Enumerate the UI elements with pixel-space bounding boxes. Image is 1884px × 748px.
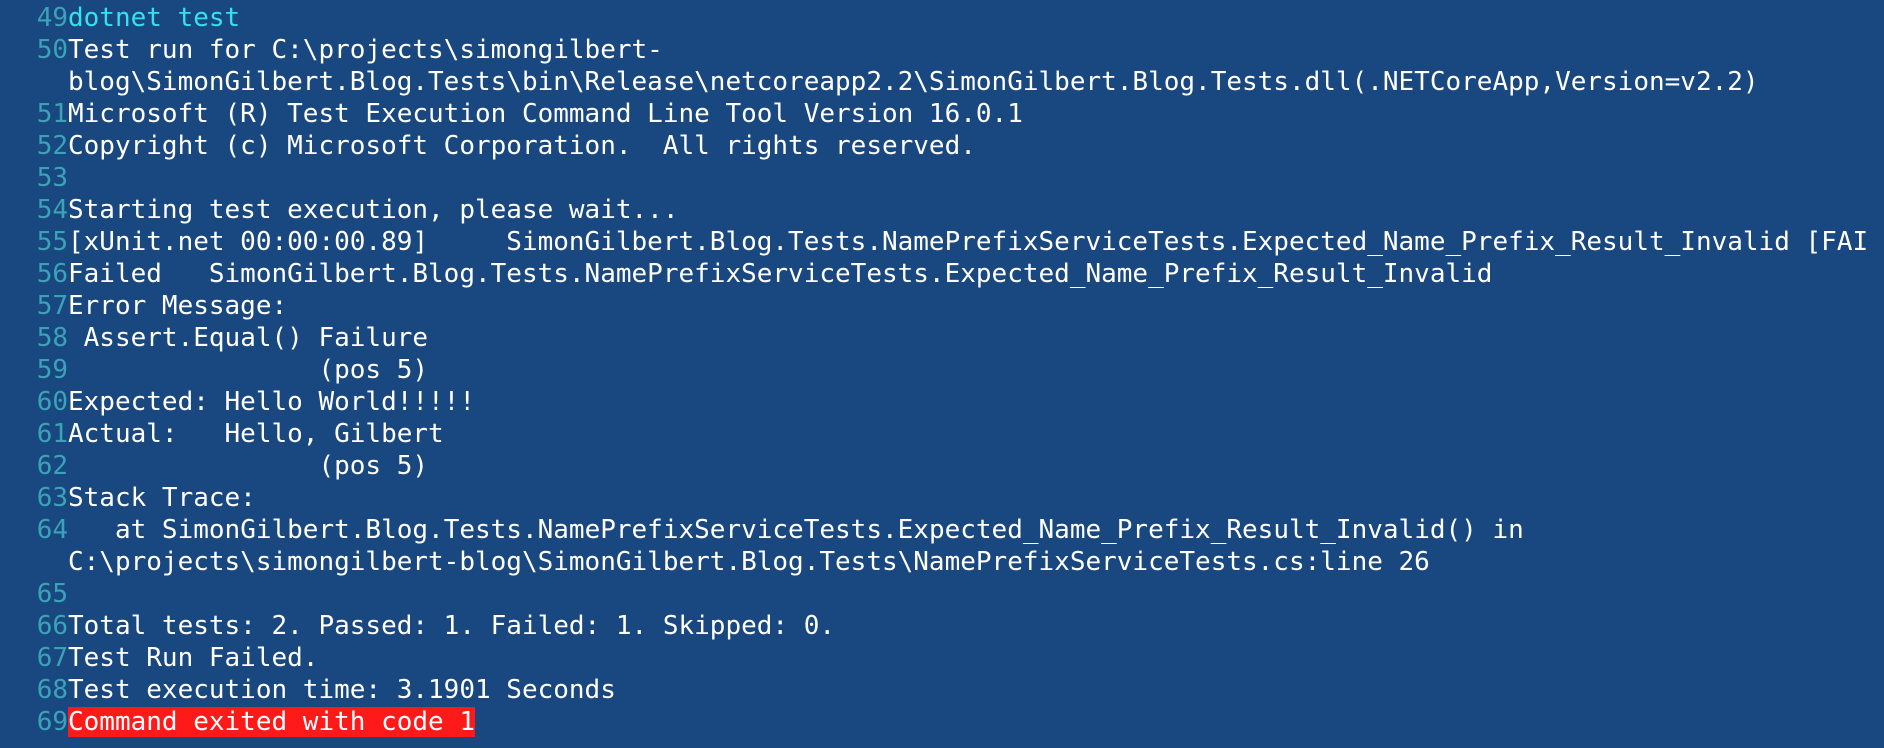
output-text: Error Message: <box>68 291 288 321</box>
line-number: 49 <box>36 3 68 33</box>
line-number: 51 <box>36 99 68 129</box>
line-number: 60 <box>36 387 68 417</box>
console-line: 53 <box>0 162 1884 194</box>
output-text: Copyright (c) Microsoft Corporation. All… <box>68 131 976 161</box>
output-text: Microsoft (R) Test Execution Command Lin… <box>68 99 1023 129</box>
exit-code-message: Command exited with code 1 <box>68 706 1884 738</box>
console-line: 66 Total tests: 2. Passed: 1. Failed: 1.… <box>0 610 1884 642</box>
console-line: 49 dotnet test <box>0 2 1884 34</box>
line-number: 56 <box>36 259 68 289</box>
console-line: 68 Test execution time: 3.1901 Seconds <box>0 674 1884 706</box>
line-number: 59 <box>36 355 68 385</box>
line-number: 52 <box>36 131 68 161</box>
console-line: 69 Command exited with code 1 <box>0 706 1884 738</box>
line-number: 57 <box>36 291 68 321</box>
line-number: 53 <box>36 163 68 193</box>
line-number: 61 <box>36 419 68 449</box>
line-number: 68 <box>36 675 68 705</box>
output-text: Total tests: 2. Passed: 1. Failed: 1. Sk… <box>68 611 836 641</box>
output-text: (pos 5) <box>68 451 429 481</box>
output-text: Actual: Hello, Gilbert <box>68 419 444 449</box>
output-text: [xUnit.net 00:00:00.89] SimonGilbert.Blo… <box>68 227 1869 257</box>
error-highlight: Command exited with code 1 <box>68 707 475 737</box>
console-line: 62 (pos 5) <box>0 450 1884 482</box>
console-line: 61 Actual: Hello, Gilbert <box>0 418 1884 450</box>
output-text: Expected: Hello World!!!!! <box>68 387 475 417</box>
console-line: 54 Starting test execution, please wait.… <box>0 194 1884 226</box>
line-number: 54 <box>36 195 68 225</box>
line-number: 65 <box>36 579 68 609</box>
output-text: (pos 5) <box>68 355 429 385</box>
line-number: 66 <box>36 611 68 641</box>
command-text: dotnet test <box>68 3 241 33</box>
line-number: 55 <box>36 227 68 257</box>
console-output[interactable]: 49 dotnet test 50 Test run for C:\projec… <box>0 0 1884 748</box>
console-line: 58 Assert.Equal() Failure <box>0 322 1884 354</box>
console-line: 65 <box>0 578 1884 610</box>
console-line: 56 Failed SimonGilbert.Blog.Tests.NamePr… <box>0 258 1884 290</box>
console-line: 64 at SimonGilbert.Blog.Tests.NamePrefix… <box>0 514 1884 578</box>
console-line: 63 Stack Trace: <box>0 482 1884 514</box>
line-number: 58 <box>36 323 68 353</box>
line-number: 63 <box>36 483 68 513</box>
console-line: 51 Microsoft (R) Test Execution Command … <box>0 98 1884 130</box>
line-number: 64 <box>36 515 68 545</box>
line-number: 62 <box>36 451 68 481</box>
console-line: 60 Expected: Hello World!!!!! <box>0 386 1884 418</box>
console-line: 59 (pos 5) <box>0 354 1884 386</box>
output-text: Assert.Equal() Failure <box>68 323 429 353</box>
output-text: Test execution time: 3.1901 Seconds <box>68 675 616 705</box>
output-text: Stack Trace: <box>68 483 256 513</box>
console-line: 55 [xUnit.net 00:00:00.89] SimonGilbert.… <box>0 226 1884 258</box>
console-line: 57 Error Message: <box>0 290 1884 322</box>
line-number: 67 <box>36 643 68 673</box>
output-text: Test run for C:\projects\simongilbert- b… <box>68 35 1759 97</box>
console-line: 67 Test Run Failed. <box>0 642 1884 674</box>
output-text: Failed SimonGilbert.Blog.Tests.NamePrefi… <box>68 259 1493 289</box>
output-text: at SimonGilbert.Blog.Tests.NamePrefixSer… <box>68 515 1524 577</box>
console-line: 52 Copyright (c) Microsoft Corporation. … <box>0 130 1884 162</box>
line-number: 69 <box>36 707 68 737</box>
output-text: Test Run Failed. <box>68 643 319 673</box>
line-number: 50 <box>36 35 68 65</box>
output-text: Starting test execution, please wait... <box>68 195 679 225</box>
console-line: 50 Test run for C:\projects\simongilbert… <box>0 34 1884 98</box>
